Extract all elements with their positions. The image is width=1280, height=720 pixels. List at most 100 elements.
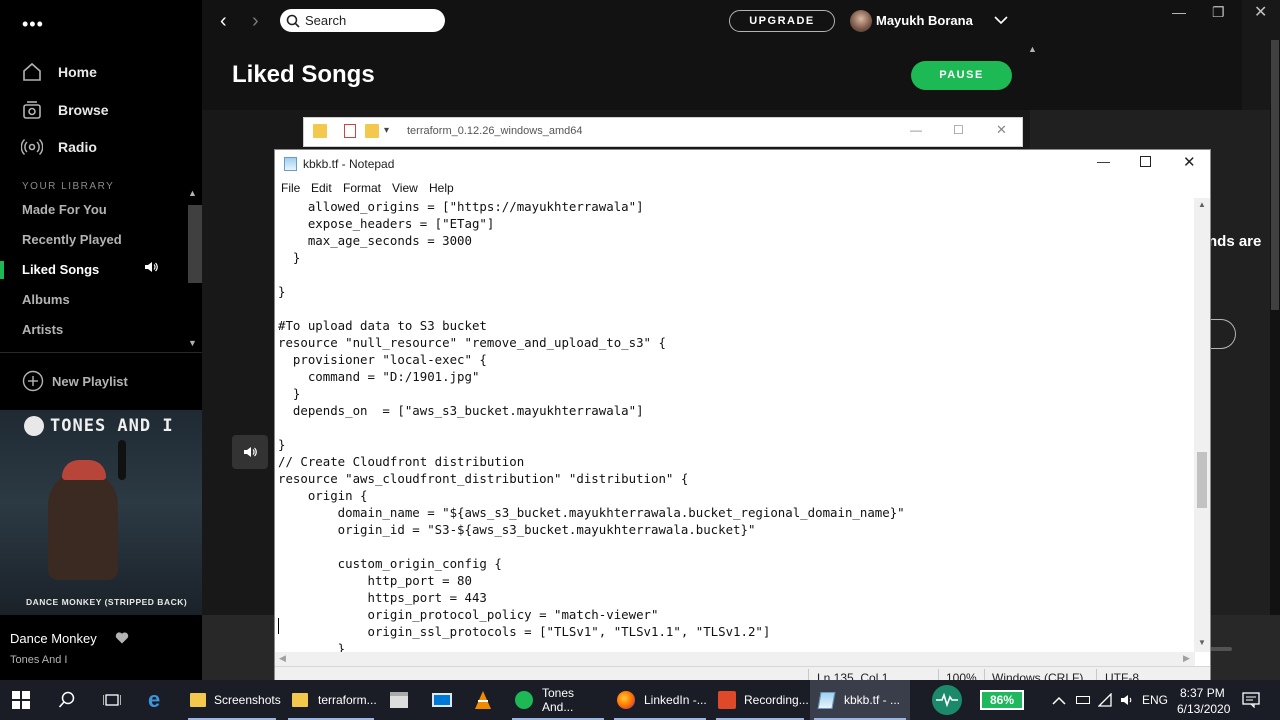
sidebar-scrollbar[interactable] <box>188 205 202 283</box>
task-view-icon[interactable] <box>103 680 121 720</box>
hscroll-right-icon[interactable]: ▶ <box>1183 653 1190 664</box>
code-line[interactable]: expose_headers = ["ETag"] <box>278 215 495 232</box>
library-albums[interactable]: Albums <box>22 292 70 307</box>
code-line[interactable]: origin_protocol_policy = "match-viewer" <box>278 606 659 623</box>
horizontal-scrollbar[interactable]: ◀ ▶ <box>275 652 1195 666</box>
menu-edit[interactable]: Edit <box>311 181 332 195</box>
tray-wifi-icon[interactable] <box>1098 680 1112 720</box>
pause-button[interactable]: PAUSE <box>911 61 1012 90</box>
main-scroll-up-icon[interactable]: ▲ <box>1028 44 1037 54</box>
now-playing-artist[interactable]: Tones And I <box>10 654 68 666</box>
code-line[interactable]: #To upload data to S3 bucket <box>278 317 487 334</box>
code-line[interactable]: domain_name = "${aws_s3_bucket.mayukhter… <box>278 504 905 521</box>
upgrade-button[interactable]: UPGRADE <box>729 10 835 32</box>
explorer-minimize-icon[interactable]: — <box>910 123 922 137</box>
explorer-newfolder-icon[interactable] <box>365 124 379 138</box>
explorer-dropdown-icon[interactable]: ▾ <box>384 125 389 136</box>
taskbar-item-notepad[interactable]: kbkb.tf - ... <box>810 680 910 720</box>
user-name[interactable]: Mayukh Borana <box>876 13 973 28</box>
code-line[interactable]: origin_id = "S3-${aws_s3_bucket.mayukhte… <box>278 521 756 538</box>
code-line[interactable]: command = "D:/1901.jpg" <box>278 368 480 385</box>
main-scrollbar-thumb[interactable] <box>1271 40 1279 310</box>
user-menu-chevron-icon[interactable] <box>993 12 1009 33</box>
now-playing-title[interactable]: Dance Monkey <box>10 631 97 646</box>
code-line[interactable]: depends_on = ["aws_s3_bucket.mayukhterra… <box>278 402 644 419</box>
tray-volume-icon[interactable] <box>1120 680 1134 720</box>
language-indicator[interactable]: ENG <box>1142 680 1168 720</box>
start-button[interactable] <box>12 680 30 720</box>
mail-app-icon[interactable] <box>432 680 452 720</box>
forward-arrow-icon[interactable]: › <box>252 10 259 33</box>
new-playlist-button[interactable]: New Playlist <box>22 370 128 392</box>
vlc-icon[interactable] <box>474 680 492 720</box>
like-heart-icon[interactable] <box>115 631 129 650</box>
code-line[interactable]: allowed_origins = ["https://mayukhterraw… <box>278 198 644 215</box>
code-line[interactable]: resource "null_resource" "remove_and_upl… <box>278 334 666 351</box>
bg-minimize-icon[interactable]: — <box>1172 4 1186 20</box>
search-box[interactable]: Search <box>280 9 445 32</box>
code-line[interactable]: } <box>278 283 285 300</box>
activity-monitor-icon[interactable] <box>932 680 962 720</box>
tray-overflow-icon[interactable] <box>1052 680 1066 720</box>
code-line[interactable]: custom_origin_config { <box>278 555 502 572</box>
menu-help[interactable]: Help <box>429 181 454 195</box>
back-arrow-icon[interactable]: ‹ <box>220 10 227 33</box>
code-line[interactable]: } <box>278 385 300 402</box>
notepad-editor[interactable]: allowed_origins = ["https://mayukhterraw… <box>275 198 1195 652</box>
taskbar-search-icon[interactable] <box>58 680 76 720</box>
code-line[interactable]: origin { <box>278 487 368 504</box>
taskbar-item-linkedin[interactable]: LinkedIn -... <box>610 680 710 720</box>
library-made-for-you[interactable]: Made For You <box>22 202 107 217</box>
code-line[interactable]: // Create Cloudfront distribution <box>278 453 524 470</box>
avatar[interactable] <box>850 10 872 32</box>
library-artists[interactable]: Artists <box>22 322 63 337</box>
explorer-close-icon[interactable]: ✕ <box>996 122 1007 138</box>
taskbar-item-terraform[interactable]: terraform... <box>284 680 378 720</box>
code-line[interactable]: max_age_seconds = 3000 <box>278 232 472 249</box>
nav-radio[interactable]: Radio <box>20 135 97 159</box>
clock-date[interactable]: 6/13/2020 <box>1177 702 1230 716</box>
battery-widget[interactable]: 86% <box>980 680 1024 720</box>
bg-close-icon[interactable]: ✕ <box>1254 2 1267 22</box>
tray-battery-icon[interactable] <box>1076 680 1090 720</box>
notifications-icon[interactable] <box>1242 680 1260 720</box>
code-line[interactable]: } <box>278 436 285 453</box>
sidebar-scroll-up-icon[interactable]: ▲ <box>188 188 197 198</box>
menu-view[interactable]: View <box>392 181 418 195</box>
clock-time[interactable]: 8:37 PM <box>1180 686 1225 700</box>
taskbar-item-recording[interactable]: Recording... <box>712 680 809 720</box>
explorer-maximize-icon[interactable]: ☐ <box>953 123 964 137</box>
code-line[interactable]: provisioner "local-exec" { <box>278 351 487 368</box>
taskbar-item-spotify[interactable]: Tones And... <box>508 680 608 720</box>
notepad-close-icon[interactable]: ✕ <box>1183 153 1196 171</box>
code-line[interactable]: http_port = 80 <box>278 572 472 589</box>
bg-maximize-icon[interactable]: ❐ <box>1212 4 1225 21</box>
vertical-scrollbar[interactable]: ▲ ▼ <box>1194 198 1210 652</box>
edge-icon[interactable]: e <box>148 680 160 720</box>
explorer-properties-icon[interactable] <box>344 124 356 138</box>
menu-file[interactable]: File <box>281 181 300 195</box>
album-art[interactable]: TONES AND I DANCE MONKEY (STRIPPED BACK) <box>0 410 202 615</box>
taskbar-item-screenshots[interactable]: Screenshots <box>184 680 281 720</box>
store-icon[interactable] <box>390 680 408 720</box>
code-line[interactable]: https_port = 443 <box>278 589 487 606</box>
more-options-icon[interactable]: ••• <box>22 14 44 35</box>
vscroll-up-icon[interactable]: ▲ <box>1198 200 1206 209</box>
vscroll-down-icon[interactable]: ▼ <box>1198 638 1206 647</box>
library-recently-played[interactable]: Recently Played <box>22 232 122 247</box>
nav-home[interactable]: Home <box>20 60 97 84</box>
volume-icon[interactable] <box>232 435 268 469</box>
vscroll-thumb[interactable] <box>1197 452 1207 508</box>
notepad-minimize-icon[interactable]: — <box>1097 154 1110 169</box>
code-line[interactable]: origin_ssl_protocols = ["TLSv1", "TLSv1.… <box>278 623 771 640</box>
nav-browse[interactable]: Browse <box>20 98 109 122</box>
code-line[interactable]: } <box>278 640 345 652</box>
search-input[interactable]: Search <box>305 13 346 28</box>
menu-format[interactable]: Format <box>343 181 381 195</box>
library-liked-songs[interactable]: Liked Songs <box>22 262 99 277</box>
sidebar-scroll-down-icon[interactable]: ▼ <box>188 338 197 348</box>
code-line[interactable]: resource "aws_cloudfront_distribution" "… <box>278 470 688 487</box>
code-line[interactable]: } <box>278 249 300 266</box>
hscroll-left-icon[interactable]: ◀ <box>279 653 286 664</box>
notepad-maximize-icon[interactable] <box>1140 156 1151 167</box>
